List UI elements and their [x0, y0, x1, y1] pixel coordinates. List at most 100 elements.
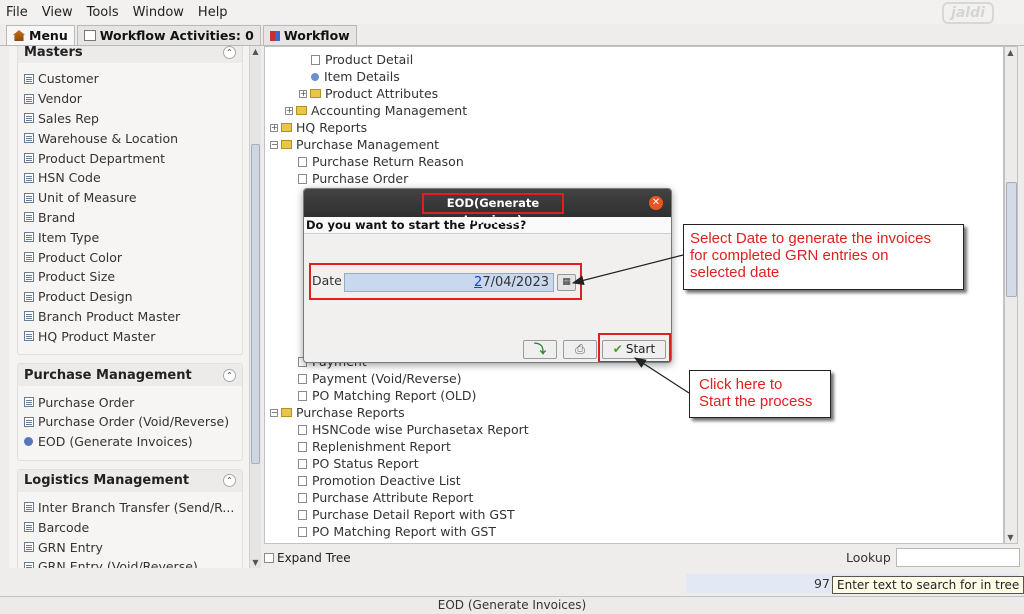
- tree-scrollbar[interactable]: ▲ ▼: [1004, 46, 1018, 544]
- tree-node-product-attributes[interactable]: + Product Attributes: [299, 85, 438, 102]
- tree-node-hsncode-wise-purchasetax-report[interactable]: HSNCode wise Purchasetax Report: [298, 421, 529, 438]
- document-icon: [24, 331, 34, 342]
- sidebar-item-sales-rep[interactable]: Sales Rep: [24, 109, 238, 129]
- section-logistics-header[interactable]: Logistics Management ⌃: [18, 469, 242, 492]
- section-masters-header[interactable]: Masters ⌃: [18, 46, 242, 63]
- start-note-line: Click here to: [699, 376, 783, 393]
- menu-view[interactable]: View: [42, 5, 73, 20]
- sidebar-item-hq-product-master[interactable]: HQ Product Master: [24, 326, 238, 346]
- sidebar-item-hsn-code[interactable]: HSN Code: [24, 168, 238, 188]
- tree-node-purchase-return-reason[interactable]: Purchase Return Reason: [298, 153, 464, 170]
- date-value: 7/04/2023: [482, 275, 549, 290]
- document-icon: [24, 522, 34, 533]
- section-purchase-header[interactable]: Purchase Management ⌃: [18, 364, 242, 387]
- tree-node-po-status-report[interactable]: PO Status Report: [298, 455, 419, 472]
- sidebar-item-product-design[interactable]: Product Design: [24, 287, 238, 307]
- scroll-up-icon[interactable]: ▲: [1005, 47, 1016, 58]
- collapse-node-icon[interactable]: −: [270, 408, 278, 417]
- sidebar-item-inter-branch-transfer-send-r[interactable]: Inter Branch Transfer (Send/R...: [24, 498, 238, 518]
- app-logo: jaldi: [942, 2, 994, 24]
- sidebar-item-label: Warehouse & Location: [38, 130, 179, 146]
- sidebar-item-customer[interactable]: Customer: [24, 69, 238, 89]
- sidebar-item-product-color[interactable]: Product Color: [24, 247, 238, 267]
- sidebar-item-unit-of-measure[interactable]: Unit of Measure: [24, 188, 238, 208]
- collapse-icon[interactable]: ⌃: [223, 474, 236, 488]
- section-purchase-items: Purchase Order Purchase Order (Void/Rever…: [18, 386, 242, 459]
- tree-node-label: PO Status Report: [312, 456, 419, 471]
- sidebar-item-label: Brand: [38, 209, 76, 225]
- start-note-line: Start the process: [699, 393, 813, 410]
- document-icon: [298, 492, 307, 503]
- refresh-button[interactable]: ⤵: [523, 340, 557, 359]
- collapse-icon[interactable]: ⌃: [223, 368, 236, 382]
- scrollbar-thumb[interactable]: [251, 144, 260, 464]
- tab-workflow-activities[interactable]: Workflow Activities: 0: [76, 25, 261, 45]
- scrollbar-thumb[interactable]: [1006, 182, 1017, 297]
- sidebar-item-label: Product Size: [38, 269, 116, 285]
- start-button[interactable]: ✔ Start: [602, 340, 666, 359]
- scroll-up-icon[interactable]: ▲: [250, 46, 261, 57]
- sidebar-item-brand[interactable]: Brand: [24, 208, 238, 228]
- left-panel-scrollbar[interactable]: ▲ ▼: [249, 46, 261, 568]
- lookup-input[interactable]: [896, 548, 1020, 567]
- sidebar-item-branch-product-master[interactable]: Branch Product Master: [24, 307, 238, 327]
- document-icon: [298, 173, 307, 184]
- tree-node-label: Product Attributes: [325, 86, 439, 101]
- tree-node-purchase-management[interactable]: − Purchase Management: [270, 136, 439, 153]
- sidebar-item-eod-generate-invoices[interactable]: EOD (Generate Invoices): [24, 432, 238, 452]
- tree-node-po-matching-report-with-gst[interactable]: PO Matching Report with GST: [298, 523, 496, 540]
- close-icon[interactable]: ✕: [649, 196, 663, 210]
- expand-node-icon[interactable]: +: [270, 123, 278, 132]
- sidebar-item-product-department[interactable]: Product Department: [24, 148, 238, 168]
- document-icon: [298, 390, 307, 401]
- tree-node-promotion-deactive-list[interactable]: Promotion Deactive List: [298, 472, 461, 489]
- sidebar-item-vendor[interactable]: Vendor: [24, 89, 238, 109]
- tree-node-label: PO Matching Report (OLD): [312, 388, 477, 403]
- menu-help[interactable]: Help: [198, 5, 228, 20]
- tab-menu[interactable]: Menu: [6, 25, 75, 45]
- sidebar-item-label: Customer: [38, 71, 99, 87]
- calendar-icon[interactable]: ▦: [557, 274, 576, 291]
- tree-node-replenishment-report[interactable]: Replenishment Report: [298, 438, 451, 455]
- date-field[interactable]: 27/04/2023: [344, 273, 554, 292]
- tree-node-product-detail[interactable]: Product Detail: [311, 51, 413, 68]
- document-icon: [298, 156, 307, 167]
- refresh-icon: ⤵: [533, 342, 546, 356]
- sidebar-item-grn-entry[interactable]: GRN Entry: [24, 537, 238, 557]
- sidebar-item-barcode[interactable]: Barcode: [24, 517, 238, 537]
- sidebar-item-item-type[interactable]: Item Type: [24, 227, 238, 247]
- document-icon: [24, 153, 34, 164]
- collapse-icon[interactable]: ⌃: [223, 46, 236, 59]
- collapse-node-icon[interactable]: −: [270, 140, 278, 149]
- tree-node-payment-void-reverse[interactable]: Payment (Void/Reverse): [298, 370, 462, 387]
- expand-tree-checkbox[interactable]: [264, 553, 274, 563]
- menu-file[interactable]: File: [6, 5, 28, 20]
- expand-node-icon[interactable]: +: [299, 89, 307, 98]
- date-label: Date: [312, 273, 342, 288]
- document-icon: [24, 212, 34, 223]
- menu-tools[interactable]: Tools: [87, 5, 119, 20]
- tree-node-purchase-order[interactable]: Purchase Order: [298, 170, 408, 187]
- sidebar-item-purchase-order[interactable]: Purchase Order: [24, 392, 238, 412]
- tree-node-purchase-reports[interactable]: − Purchase Reports: [270, 404, 405, 421]
- dialog-title-bar[interactable]: EOD(Generate Invoices) ✕: [304, 189, 671, 227]
- scroll-down-icon[interactable]: ▼: [1005, 532, 1016, 543]
- sidebar-item-grn-entry-void-reverse[interactable]: GRN Entry (Void/Reverse): [24, 557, 238, 568]
- sidebar-item-product-size[interactable]: Product Size: [24, 267, 238, 287]
- tree-node-item-details[interactable]: Item Details: [311, 68, 400, 85]
- sidebar-item-label: GRN Entry: [38, 539, 103, 555]
- tab-workflow[interactable]: Workflow: [262, 25, 357, 45]
- scroll-down-icon[interactable]: ▼: [250, 557, 261, 568]
- tree-node-po-matching-report-old[interactable]: PO Matching Report (OLD): [298, 387, 476, 404]
- sidebar-item-warehouse-location[interactable]: Warehouse & Location: [24, 128, 238, 148]
- menu-window[interactable]: Window: [133, 5, 184, 20]
- print-button[interactable]: ⎙: [563, 340, 597, 359]
- document-icon: [24, 73, 34, 84]
- folder-icon: [296, 106, 307, 115]
- sidebar-item-purchase-order-void-reverse[interactable]: Purchase Order (Void/Reverse): [24, 412, 238, 432]
- tree-node-accounting-management[interactable]: + Accounting Management: [285, 102, 467, 119]
- tree-node-hq-reports[interactable]: + HQ Reports: [270, 119, 367, 136]
- tree-node-purchase-attribute-report[interactable]: Purchase Attribute Report: [298, 489, 473, 506]
- tree-node-purchase-detail-report-with-gst[interactable]: Purchase Detail Report with GST: [298, 506, 515, 523]
- expand-node-icon[interactable]: +: [285, 106, 293, 115]
